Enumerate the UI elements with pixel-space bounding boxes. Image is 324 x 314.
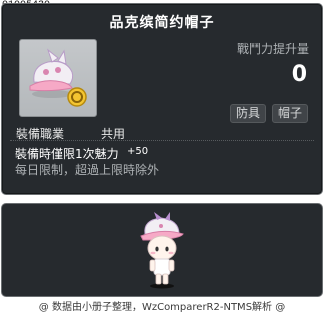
section-divider (10, 140, 314, 141)
combat-power-value: 0 (291, 62, 307, 87)
limit-text: 每日限制，超過上限時除外 (15, 163, 160, 177)
footer-credit: @ 数据由小册子整理，WzComparerR2-NTMS解析 @ (38, 302, 286, 313)
character-preview-panel (1, 203, 323, 297)
slot-tag: 帽子 (272, 104, 309, 123)
item-tooltip: 品克缤简约帽子 戰鬥力提升量 0 防具 帽子 裝備職業 共用 裝備時僅限1次魅力… (1, 3, 323, 195)
stat-label: 裝備時僅限1次魅力 (15, 147, 119, 161)
category-tag: 防具 (230, 104, 267, 123)
item-icon-frame (19, 39, 97, 117)
combat-power-label: 戰鬥力提升量 (236, 42, 309, 56)
pink-bunny-cap-icon (29, 48, 87, 107)
character-wearing-cap-icon (140, 212, 184, 289)
item-name: 品克缤简约帽子 (109, 15, 215, 31)
stat-value: +50 (127, 146, 149, 157)
